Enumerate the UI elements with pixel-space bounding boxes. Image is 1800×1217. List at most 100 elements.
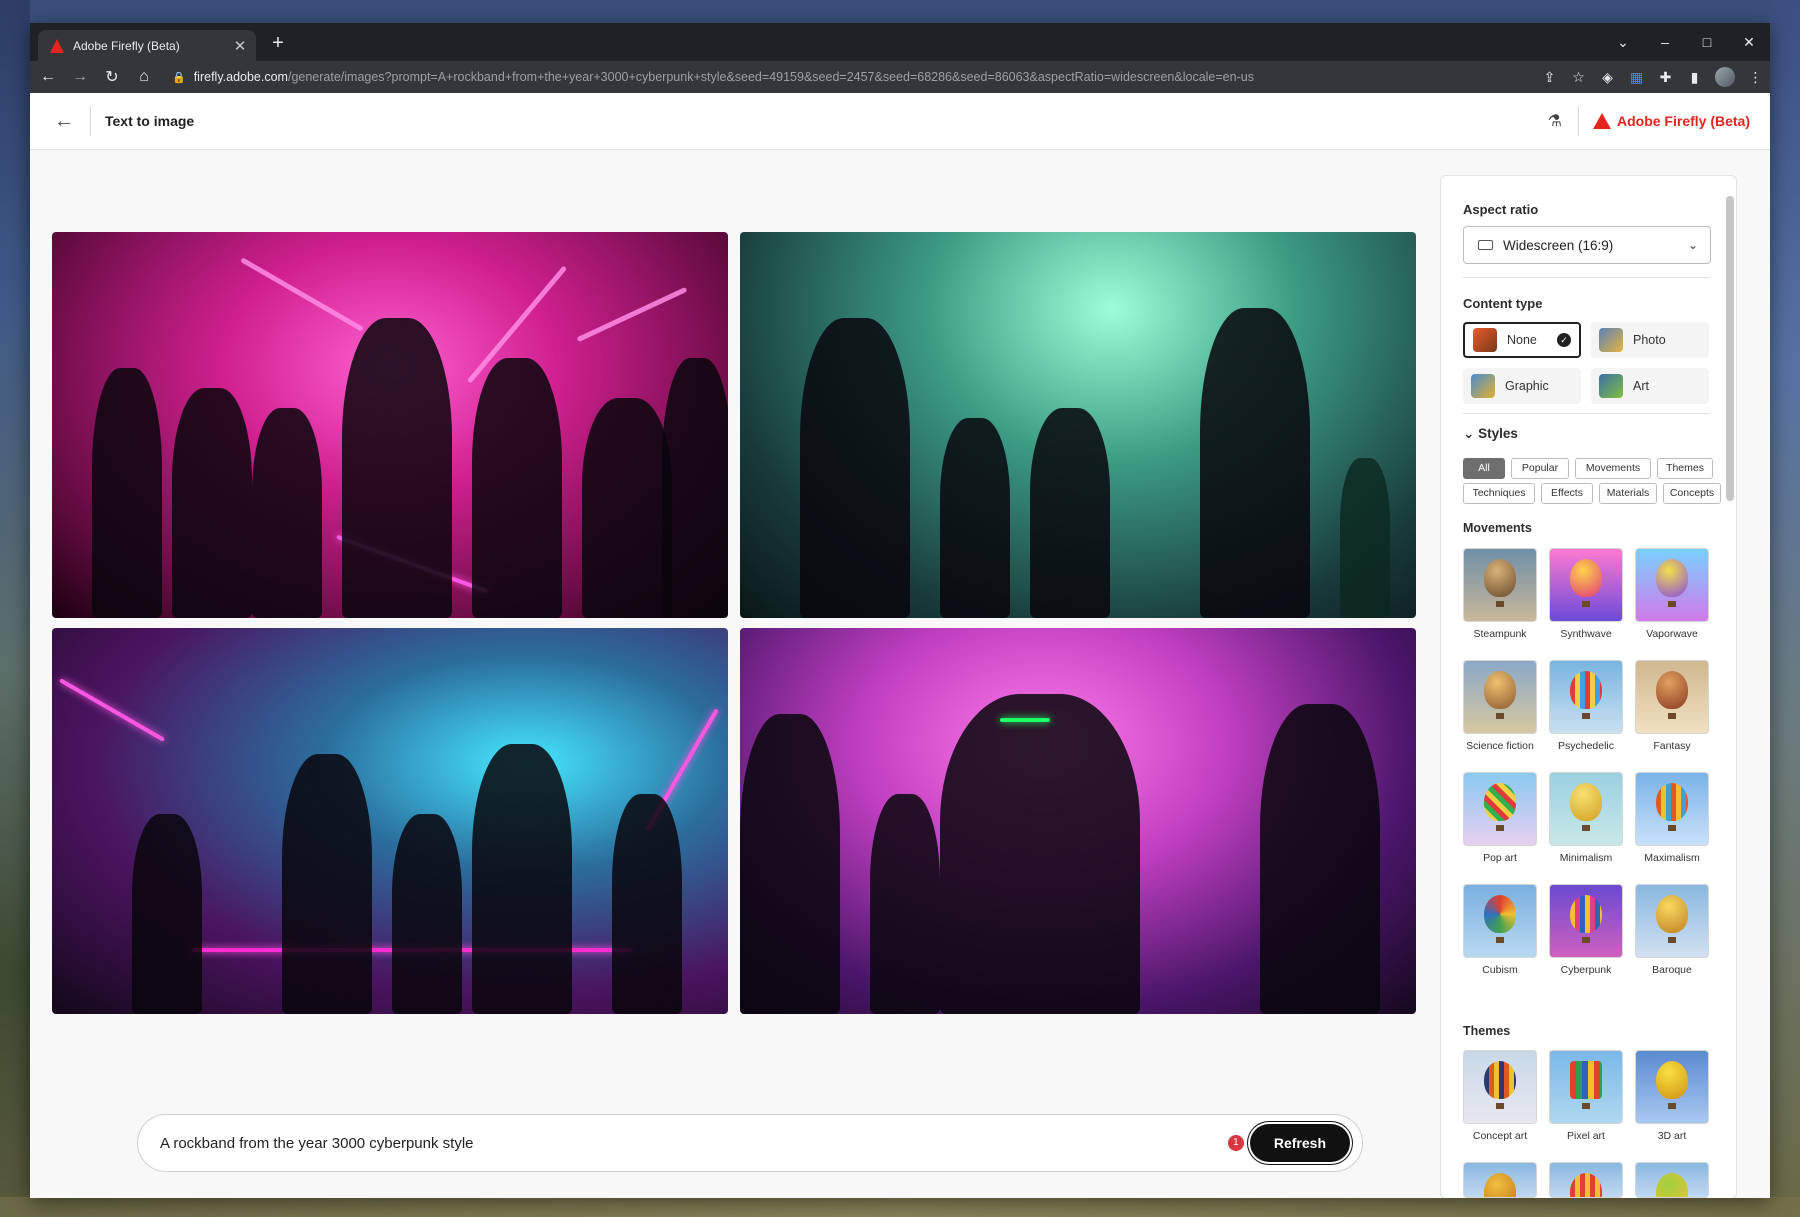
style-tile-synthwave[interactable]: Synthwave (1549, 548, 1623, 640)
style-caption: Steampunk (1473, 628, 1527, 640)
style-filter-themes[interactable]: Themes (1657, 458, 1713, 479)
style-tile-cyberpunk[interactable]: Cyberpunk (1549, 884, 1623, 976)
style-caption: Pixel art (1567, 1130, 1605, 1142)
balloon-shape (1570, 671, 1602, 709)
lock-icon: 🔒 (172, 71, 186, 84)
style-filter-movements[interactable]: Movements (1575, 458, 1651, 479)
style-filter-all[interactable]: All (1463, 458, 1505, 479)
pixel-art-thumb (1549, 1050, 1623, 1124)
puzzle-icon[interactable]: ✚ (1651, 69, 1680, 86)
style-filter-materials[interactable]: Materials (1599, 483, 1657, 504)
app-header: ← Text to image ⚗ Adobe Firefly (Beta) (30, 93, 1770, 150)
balloon-shape (1656, 1061, 1688, 1099)
style-tile-minimalism[interactable]: Minimalism (1549, 772, 1623, 864)
style-filter-popular[interactable]: Popular (1511, 458, 1569, 479)
balloon-shape (1570, 1061, 1602, 1099)
style-tile-3d-art[interactable]: 3D art (1635, 1050, 1709, 1142)
style-filter-effects[interactable]: Effects (1541, 483, 1593, 504)
brand-link[interactable]: Adobe Firefly (Beta) (1592, 113, 1750, 129)
notification-badge: 1 (1227, 1135, 1244, 1151)
balloon-shape (1484, 783, 1516, 821)
light-beam (240, 257, 364, 332)
basket-shape (1496, 601, 1504, 607)
back-arrow-icon[interactable]: ← (34, 68, 62, 86)
labs-flask-icon[interactable]: ⚗ (1548, 111, 1562, 131)
basket-shape (1496, 825, 1504, 831)
extension-icon[interactable]: ◈ (1593, 69, 1622, 86)
basket-shape (1582, 713, 1590, 719)
prompt-input[interactable]: A rockband from the year 3000 cyberpunk … (138, 1135, 1228, 1152)
desktop-background-bottom (0, 1197, 1800, 1217)
style-tile-maximalism[interactable]: Maximalism (1635, 772, 1709, 864)
styles-label: Styles (1478, 426, 1518, 441)
panel-scrollbar[interactable] (1726, 196, 1734, 501)
refresh-button[interactable]: Refresh (1249, 1124, 1350, 1162)
fantasy-thumb (1635, 660, 1709, 734)
tab-search-icon[interactable]: ⌄ (1602, 34, 1644, 51)
basket-shape (1496, 1103, 1504, 1109)
back-button[interactable]: ← (46, 110, 82, 133)
profile-avatar[interactable] (1715, 67, 1735, 87)
style-caption: Synthwave (1560, 628, 1612, 640)
window-close-icon[interactable]: ✕ (1728, 34, 1770, 51)
style-tile-steampunk[interactable]: Steampunk (1463, 548, 1537, 640)
balloon-shape (1656, 1173, 1688, 1197)
style-tile-partial[interactable] (1463, 1162, 1537, 1198)
generated-image-4[interactable] (740, 628, 1416, 1014)
content-type-photo[interactable]: Photo (1591, 322, 1709, 358)
share-icon[interactable]: ⇪ (1535, 69, 1564, 86)
generated-image-1[interactable] (52, 232, 728, 618)
graphic-thumb-icon (1471, 374, 1495, 398)
windows-extension-icon[interactable]: ▦ (1622, 69, 1651, 86)
style-caption: Science fiction (1466, 740, 1534, 752)
maximize-icon[interactable]: □ (1686, 34, 1728, 50)
cubism-thumb (1463, 884, 1537, 958)
browser-tab[interactable]: Adobe Firefly (Beta) ✕ (38, 30, 256, 61)
style-tile-cubism[interactable]: Cubism (1463, 884, 1537, 976)
band-member-figure (1260, 704, 1380, 1014)
basket-shape (1668, 713, 1676, 719)
style-tile-fantasy[interactable]: Fantasy (1635, 660, 1709, 752)
style-caption: 3D art (1657, 1130, 1687, 1142)
basket-shape (1582, 825, 1590, 831)
styles-toggle[interactable]: ⌄ Styles (1463, 426, 1518, 442)
style-tile-baroque[interactable]: Baroque (1635, 884, 1709, 976)
style-filter-techniques[interactable]: Techniques (1463, 483, 1535, 504)
balloon-shape (1570, 1173, 1602, 1197)
header-right: ⚗ Adobe Firefly (Beta) (1548, 93, 1750, 149)
tab-close-icon[interactable]: ✕ (232, 37, 248, 55)
style-tile-pop-art[interactable]: Pop art (1463, 772, 1537, 864)
minimize-icon[interactable]: – (1644, 34, 1686, 50)
content-type-label-art: Art (1633, 379, 1649, 393)
style-tile-vaporwave[interactable]: Vaporwave (1635, 548, 1709, 640)
bookmark-star-icon[interactable]: ☆ (1564, 69, 1593, 86)
forward-arrow-icon[interactable]: → (66, 68, 94, 86)
style-tile-concept-art[interactable]: Concept art (1463, 1050, 1537, 1142)
band-member-figure (800, 318, 910, 618)
band-member-figure (392, 814, 462, 1014)
divider (1463, 413, 1709, 414)
aspect-ratio-select[interactable]: Widescreen (16:9) ⌄ (1463, 226, 1711, 264)
content-type-graphic[interactable]: Graphic (1463, 368, 1581, 404)
style-tile-science-fiction[interactable]: Science fiction (1463, 660, 1537, 752)
home-icon[interactable]: ⌂ (130, 68, 158, 86)
reload-icon[interactable]: ↻ (98, 67, 126, 87)
menu-dots-icon[interactable]: ⋮ (1741, 69, 1770, 86)
style-tile-psychedelic[interactable]: Psychedelic (1549, 660, 1623, 752)
style-tile-partial[interactable] (1635, 1162, 1709, 1198)
pop-art-thumb (1463, 772, 1537, 846)
style-tile-pixel-art[interactable]: Pixel art (1549, 1050, 1623, 1142)
content-type-none[interactable]: None ✓ (1463, 322, 1581, 358)
new-tab-button[interactable]: + (266, 32, 290, 55)
address-bar[interactable]: 🔒 firefly.adobe.com /generate/images?pro… (166, 64, 1527, 90)
generated-image-3[interactable] (52, 628, 728, 1014)
content-type-art[interactable]: Art (1591, 368, 1709, 404)
side-panel-icon[interactable]: ▮ (1680, 69, 1709, 86)
none-thumb-icon (1473, 328, 1497, 352)
generated-image-2[interactable] (740, 232, 1416, 618)
basket-shape (1496, 937, 1504, 943)
concept-art-thumb (1463, 1050, 1537, 1124)
image-gallery (52, 232, 1417, 1018)
style-tile-partial[interactable] (1549, 1162, 1623, 1198)
style-filter-concepts[interactable]: Concepts (1663, 483, 1721, 504)
